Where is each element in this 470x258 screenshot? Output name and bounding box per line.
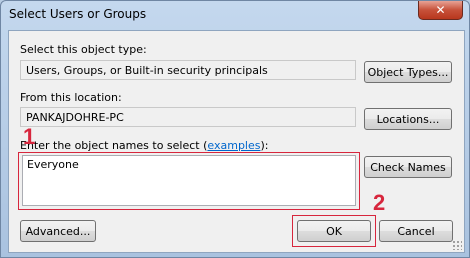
cancel-button[interactable]: Cancel — [379, 220, 453, 242]
highlight-box-ok — [292, 215, 376, 247]
close-button[interactable]: ✕ — [418, 1, 463, 20]
highlight-box-names — [18, 152, 360, 210]
resize-grip-icon[interactable] — [452, 240, 462, 250]
object-names-label-suffix: ): — [260, 139, 269, 152]
step-2-annotation: 2 — [373, 190, 386, 215]
examples-link[interactable]: examples — [207, 139, 260, 152]
object-type-label: Select this object type: — [20, 43, 147, 56]
locations-button[interactable]: Locations... — [364, 108, 452, 130]
object-names-label-prefix: Enter the object names to select ( — [20, 139, 208, 152]
close-icon: ✕ — [435, 3, 446, 17]
object-type-field: Users, Groups, or Built-in security prin… — [20, 60, 356, 80]
location-label: From this location: — [20, 91, 122, 104]
object-names-label: Enter the object names to select (exampl… — [20, 139, 268, 152]
window-title: Select Users or Groups — [9, 7, 147, 21]
check-names-button[interactable]: Check Names — [364, 156, 452, 178]
dialog-window: Select Users or Groups ✕ Select this obj… — [0, 0, 470, 258]
object-types-button[interactable]: Object Types... — [364, 61, 452, 83]
step-1-annotation: 1 — [23, 124, 36, 149]
location-field: PANKAJDOHRE-PC — [20, 107, 356, 127]
dialog-client: Select this object type: Users, Groups, … — [8, 30, 465, 253]
advanced-button[interactable]: Advanced... — [20, 220, 96, 242]
